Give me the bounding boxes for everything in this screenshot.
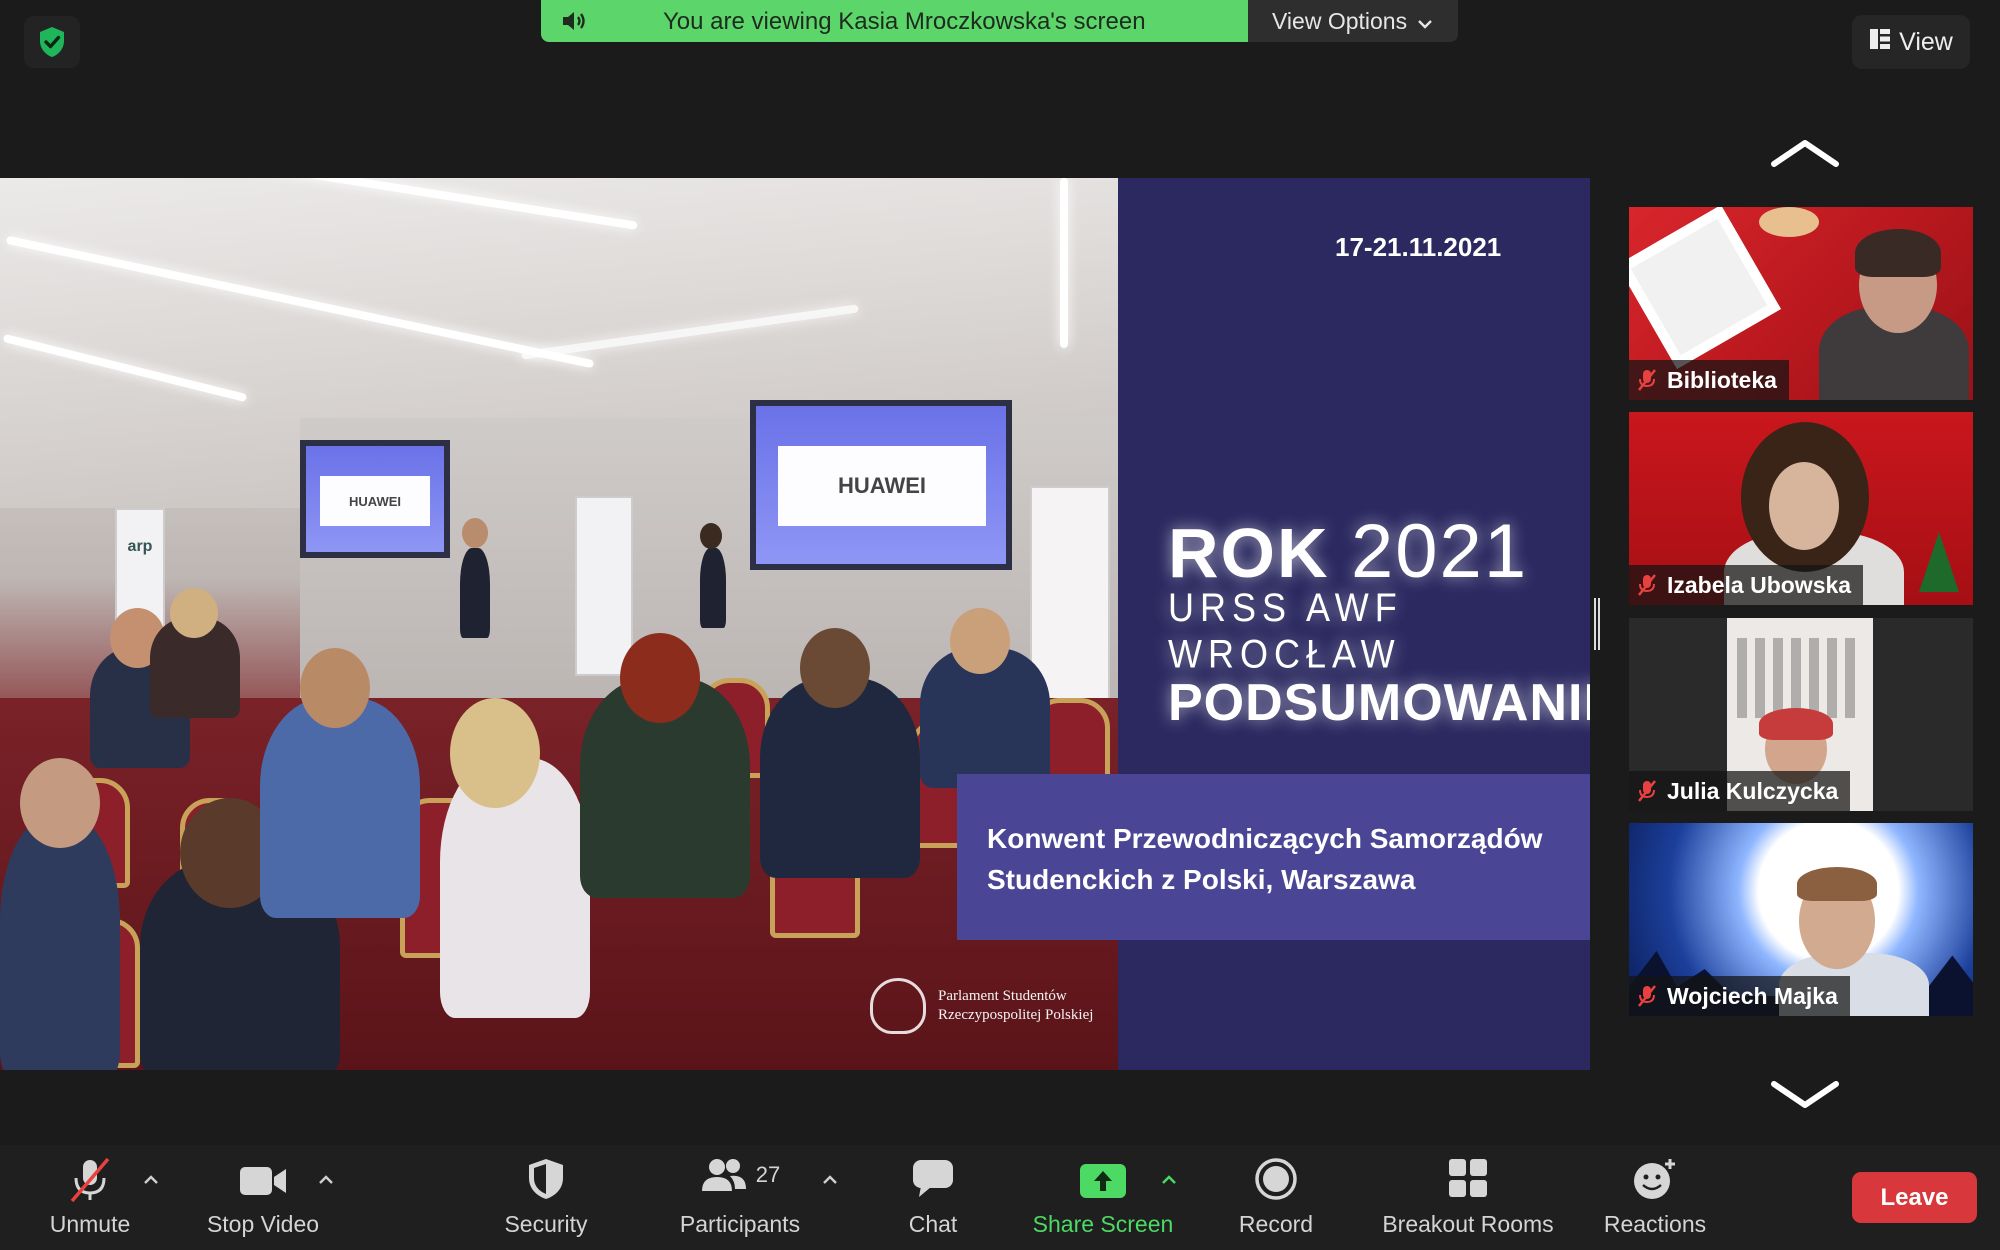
chat-button[interactable]: Chat [893,1145,973,1250]
view-options-button[interactable]: View Options [1248,0,1458,42]
participant-name-tag: Wojciech Majka [1629,976,1850,1016]
psrp-logo-line2: Rzeczypospolitej Polskiej [938,1007,1094,1023]
view-layout-button[interactable]: View [1852,15,1970,69]
participants-label: Participants [679,1211,801,1237]
record-button[interactable]: Record [1228,1145,1324,1250]
breakout-rooms-grid-icon [1447,1157,1489,1205]
psrp-logo-line1: Parlament Studentów [938,988,1067,1004]
encryption-shield-icon[interactable] [24,16,80,68]
reactions-label: Reactions [1603,1211,1707,1237]
muted-mic-icon [1637,368,1657,392]
security-button[interactable]: Security [492,1145,600,1250]
record-label: Record [1238,1211,1314,1237]
slide-headline: PODSUMOWANIE [1168,674,1590,732]
share-options-caret-icon[interactable] [1161,1169,1177,1190]
video-options-caret-icon[interactable] [318,1169,334,1190]
participant-name-tag: Biblioteka [1629,360,1789,400]
slide-event-photo: HUAWEI HUAWEI arp Parlament Studentów Rz… [0,178,1118,1070]
participant-name: Julia Kulczycka [1667,777,1839,804]
unmute-button[interactable]: Unmute [40,1145,140,1250]
huawei-logo-right: HUAWEI [838,473,926,498]
viewing-banner: You are viewing Kasia Mroczkowska's scre… [541,0,1458,42]
participant-name-tag: Julia Kulczycka [1629,771,1851,811]
slide-subtitle: URSS AWF WROCŁAW [1168,584,1403,677]
slide-title-block: ROK 2021 URSS AWF WROCŁAW PODSUMOWANIE [1168,508,1590,733]
share-screen-button[interactable]: Share Screen [1026,1145,1180,1250]
psrp-logo: Parlament Studentów Rzeczypospolitej Pol… [870,978,1093,1034]
stop-video-label: Stop Video [206,1211,320,1237]
participant-tile[interactable]: Julia Kulczycka [1629,618,1973,811]
viewing-status-text: You are viewing Kasia Mroczkowska's scre… [663,8,1146,35]
chat-label: Chat [908,1211,958,1237]
participants-options-caret-icon[interactable] [822,1169,838,1190]
breakout-rooms-label: Breakout Rooms [1382,1211,1554,1237]
psrp-emblem-icon [870,978,926,1034]
participants-count: 27 [755,1162,781,1187]
chat-bubble-icon [911,1157,955,1205]
leave-label: Leave [1880,1183,1949,1211]
meeting-toolbar: Unmute Stop Video Security 27 Participan… [0,1145,2000,1250]
leave-button[interactable]: Leave [1852,1172,1977,1223]
photo-projector-screen-right: HUAWEI [750,400,1012,570]
slide-caption: Konwent Przewodniczących Samorządów Stud… [957,774,1590,940]
shared-screen[interactable]: HUAWEI HUAWEI arp Parlament Studentów Rz… [0,178,1590,1070]
slide-caption-line2: Studenckich z Polski, Warszawa [987,864,1416,895]
security-label: Security [504,1211,588,1237]
layout-grid-icon [1869,28,1891,57]
gallery-scroll-down-icon[interactable] [1770,1080,1840,1115]
zoom-meeting-window: You are viewing Kasia Mroczkowska's scre… [0,0,2000,1250]
video-camera-icon [238,1157,288,1205]
viewing-status-bar: You are viewing Kasia Mroczkowska's scre… [541,0,1248,42]
participants-button[interactable]: 27 Participants [672,1145,808,1250]
slide-date: 17-21.11.2021 [1335,232,1502,262]
participant-tile[interactable]: Izabela Ubowska [1629,412,1973,605]
muted-mic-icon [1637,779,1657,803]
muted-mic-icon [1637,984,1657,1008]
resize-divider-handle[interactable] [1594,598,1600,650]
breakout-rooms-button[interactable]: Breakout Rooms [1372,1145,1564,1250]
gallery-scroll-up-icon[interactable] [1770,138,1840,173]
muted-mic-icon [68,1157,112,1209]
participant-name: Izabela Ubowska [1667,571,1852,598]
slide-title-year: 2021 [1351,509,1529,594]
participant-name: Wojciech Majka [1667,982,1838,1009]
reactions-button[interactable]: Reactions [1598,1145,1712,1250]
slide-title-word: ROK [1168,514,1330,592]
participants-icon: 27 [672,1157,808,1193]
participant-name: Biblioteka [1667,366,1777,393]
view-options-label: View Options [1272,7,1408,34]
huawei-logo-left: HUAWEI [349,493,401,509]
chevron-down-icon [1417,8,1433,35]
participant-name-tag: Izabela Ubowska [1629,565,1864,605]
photo-projector-screen-left: HUAWEI [300,440,450,558]
security-shield-icon [526,1157,566,1207]
muted-mic-icon [1637,573,1657,597]
stop-video-button[interactable]: Stop Video [197,1145,329,1250]
participant-tile[interactable]: Biblioteka [1629,207,1973,400]
share-screen-arrow-icon [1079,1157,1127,1205]
share-screen-label: Share Screen [1032,1211,1174,1237]
participant-tile[interactable]: Wojciech Majka [1629,823,1973,1016]
unmute-label: Unmute [49,1211,131,1237]
reactions-smiley-icon [1632,1157,1678,1207]
slide-caption-line1: Konwent Przewodniczących Samorządów [987,823,1543,854]
record-icon [1254,1157,1298,1207]
speaker-icon[interactable] [561,10,589,39]
view-button-label: View [1899,27,1953,56]
audio-options-caret-icon[interactable] [143,1169,159,1190]
